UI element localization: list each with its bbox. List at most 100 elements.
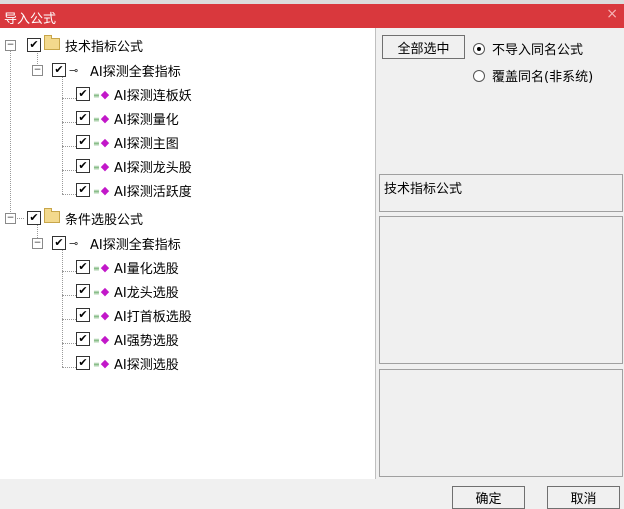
dots-icon: ≡ [93,263,100,273]
tree-item[interactable]: ✔ ≡◆ AI探测选股 [76,353,179,373]
dots-icon: ≡ [93,90,100,100]
diamond-icon: ◆ [100,356,110,370]
tree-line [62,343,76,344]
diamond-icon: ◆ [100,87,110,101]
dots-icon: ≡ [93,335,100,345]
formula-icon: ≡◆ [93,136,111,149]
tree-item[interactable]: ✔ ≡◆ AI强势选股 [76,329,179,349]
key-icon: ⊸ [69,236,79,250]
tree-subgroup-label: AI探测全套指标 [90,64,181,80]
dots-icon: ≡ [93,138,100,148]
tree-item[interactable]: ✔ ≡◆ AI探测活跃度 [76,180,192,200]
select-all-button[interactable]: 全部选中 [382,35,465,59]
collapse-icon[interactable]: − [32,237,43,249]
tree-group[interactable]: − ✔ 技术指标公式 [5,35,143,55]
close-icon[interactable]: × [606,6,618,22]
tree-item-label: AI探测连板妖 [114,88,192,104]
checkbox[interactable]: ✔ [76,183,90,197]
radio-overwrite[interactable]: 覆盖同名(非系统) [473,66,593,85]
diamond-icon: ◆ [100,135,110,149]
category-panel: 技术指标公式 [379,174,623,212]
formula-icon: ≡◆ [93,184,111,197]
tree-line [62,271,76,272]
tree-item-label: AI探测主图 [114,136,179,152]
dots-icon: ≡ [93,186,100,196]
diamond-icon: ◆ [100,111,110,125]
tree-group-label: 技术指标公式 [65,39,144,55]
checkbox[interactable]: ✔ [76,87,90,101]
tree-line [62,319,76,320]
collapse-icon[interactable]: − [5,39,16,51]
tree-item-label: AI龙头选股 [114,285,179,301]
tree-subgroup[interactable]: − ✔ ⊸ AI探测全套指标 [32,233,181,253]
tree-line [62,248,63,367]
checkbox[interactable]: ✔ [27,211,41,225]
tree-line [62,98,76,99]
checkbox[interactable]: ✔ [76,111,90,125]
tree-subgroup[interactable]: − ✔ ⊸ AI探测全套指标 [32,60,181,80]
tree-item[interactable]: ✔ ≡◆ AI量化选股 [76,257,179,277]
category-label: 技术指标公式 [384,182,463,197]
radio-label: 不导入同名公式 [492,43,584,58]
dots-icon: ≡ [93,114,100,124]
diamond-icon: ◆ [100,284,110,298]
tree-line [62,295,76,296]
diamond-icon: ◆ [100,159,110,173]
tree-item-label: AI打首板选股 [114,309,192,325]
tree-item-label: AI探测龙头股 [114,160,192,176]
diamond-icon: ◆ [100,183,110,197]
checkbox[interactable]: ✔ [52,63,66,77]
tree-line [62,122,76,123]
formula-icon: ≡◆ [93,285,111,298]
checkbox[interactable]: ✔ [76,284,90,298]
tree-item-label: AI强势选股 [114,333,179,349]
checkbox[interactable]: ✔ [76,356,90,370]
title-bar[interactable]: 导入公式 × [0,4,624,28]
formula-icon: ≡◆ [93,357,111,370]
formula-tree[interactable]: − ✔ 技术指标公式 − ✔ ⊸ AI探测全套指标 ✔ ≡◆ AI探测连板妖 ✔… [0,28,376,479]
tree-line [10,50,11,218]
window-title: 导入公式 [4,12,57,27]
checkbox[interactable]: ✔ [76,260,90,274]
description-panel [379,216,623,364]
diamond-icon: ◆ [100,308,110,322]
tree-line [62,75,63,194]
tree-subgroup-label: AI探测全套指标 [90,237,181,253]
tree-item[interactable]: ✔ ≡◆ AI探测龙头股 [76,156,192,176]
checkbox[interactable]: ✔ [52,236,66,250]
tree-item[interactable]: ✔ ≡◆ AI打首板选股 [76,305,192,325]
folder-icon [44,208,60,223]
formula-icon: ≡◆ [93,88,111,101]
tree-item[interactable]: ✔ ≡◆ AI龙头选股 [76,281,179,301]
checkbox[interactable]: ✔ [76,135,90,149]
tree-item[interactable]: ✔ ≡◆ AI探测量化 [76,108,179,128]
tree-group[interactable]: − ✔ 条件选股公式 [5,208,143,228]
checkbox[interactable]: ✔ [76,332,90,346]
collapse-icon[interactable]: − [32,64,43,76]
formula-icon: ≡◆ [93,261,111,274]
formula-icon: ≡◆ [93,160,111,173]
tree-line [62,146,76,147]
dots-icon: ≡ [93,287,100,297]
tree-line [62,170,76,171]
radio-icon[interactable] [473,69,485,82]
folder-icon [44,35,60,50]
checkbox[interactable]: ✔ [76,308,90,322]
checkbox[interactable]: ✔ [76,159,90,173]
tree-item[interactable]: ✔ ≡◆ AI探测连板妖 [76,84,192,104]
radio-icon[interactable] [473,42,485,55]
radio-skip-duplicates[interactable]: 不导入同名公式 [473,39,583,58]
tree-item[interactable]: ✔ ≡◆ AI探测主图 [76,132,179,152]
dots-icon: ≡ [93,359,100,369]
tree-item-label: AI探测活跃度 [114,184,192,200]
tree-line [62,367,76,368]
formula-icon: ≡◆ [93,112,111,125]
dialog-footer [0,479,624,509]
tree-item-label: AI量化选股 [114,261,179,277]
collapse-icon[interactable]: − [5,212,16,224]
checkbox[interactable]: ✔ [27,38,41,52]
tree-group-label: 条件选股公式 [65,212,144,228]
ok-button[interactable]: 确定 [452,486,525,509]
dots-icon: ≡ [93,311,100,321]
cancel-button[interactable]: 取消 [547,486,620,509]
